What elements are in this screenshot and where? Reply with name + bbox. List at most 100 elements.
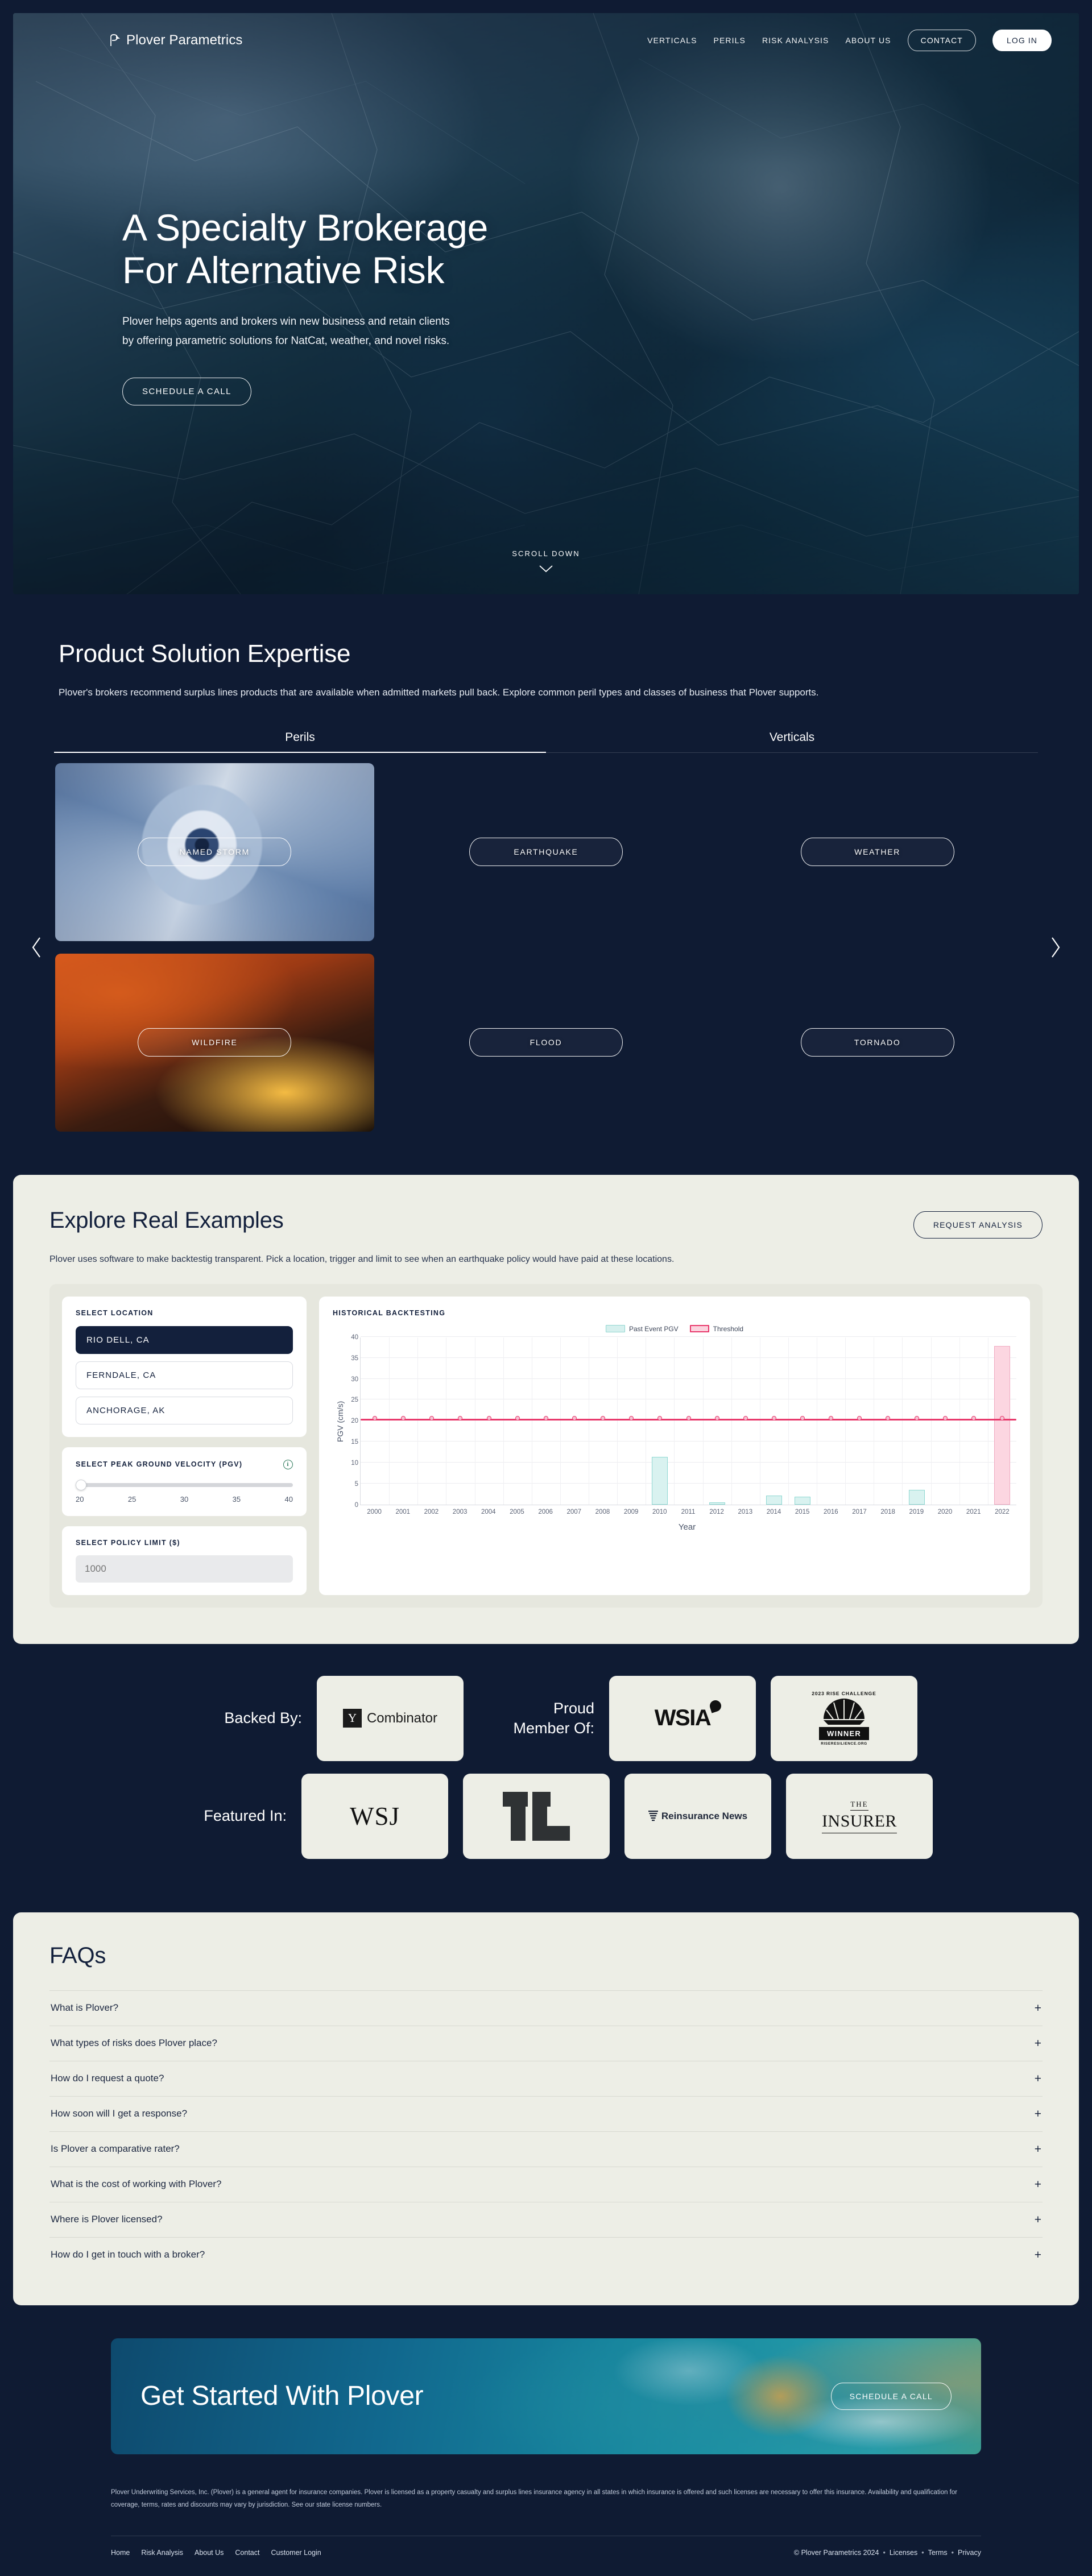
- chart-gridline: [702, 1337, 704, 1505]
- nav-link-risk-analysis[interactable]: RISK ANALYSIS: [762, 36, 829, 45]
- tab-perils[interactable]: Perils: [54, 731, 546, 753]
- nav-link-about-us[interactable]: ABOUT US: [845, 36, 891, 45]
- pgv-tick: 35: [232, 1494, 241, 1504]
- chart-x-tick: 2001: [395, 1508, 411, 1515]
- chart-y-tick: 25: [351, 1397, 358, 1404]
- chart-bar[interactable]: [766, 1496, 782, 1505]
- footer-bottom: Home Risk Analysis About Us Contact Cust…: [111, 2549, 981, 2557]
- logo-card-wsj[interactable]: WSJ: [301, 1773, 448, 1859]
- peril-card-earthquake[interactable]: EARTHQUAKE: [387, 763, 706, 941]
- carousel-prev-button[interactable]: [27, 932, 46, 963]
- cta-section: Get Started With Plover SCHEDULE A CALL: [0, 2305, 1092, 2454]
- login-button[interactable]: LOG IN: [992, 30, 1052, 51]
- chart-bar[interactable]: [709, 1502, 725, 1505]
- chart-y-tick: 10: [351, 1460, 358, 1467]
- scroll-down-indicator[interactable]: SCROLL DOWN: [13, 549, 1079, 573]
- plover-bird-logo-icon: [110, 34, 120, 46]
- footer-link-home[interactable]: Home: [111, 2549, 130, 2557]
- faq-item[interactable]: Is Plover a comparative rater? +: [49, 2131, 1043, 2167]
- chart-bar[interactable]: [652, 1456, 668, 1505]
- chart-y-tick: 15: [351, 1439, 358, 1446]
- peril-card-flood[interactable]: FLOOD: [387, 954, 706, 1132]
- faq-question: Is Plover a comparative rater?: [51, 2143, 180, 2155]
- peril-card-named-storm[interactable]: NAMED STORM: [55, 763, 374, 941]
- hero-content: A Specialty Brokerage For Alternative Ri…: [122, 206, 488, 405]
- faq-item[interactable]: What types of risks does Plover place? +: [49, 2025, 1043, 2061]
- peril-card-wildfire[interactable]: WILDFIRE: [55, 953, 374, 1132]
- yc-mark: Y: [342, 1709, 362, 1728]
- brand-logo[interactable]: Plover Parametrics: [109, 32, 243, 48]
- plus-icon[interactable]: +: [1035, 2037, 1041, 2049]
- info-icon[interactable]: i: [283, 1459, 293, 1469]
- location-option-rio-dell[interactable]: RIO DELL, CA: [76, 1326, 293, 1354]
- chart-threshold-point: [914, 1416, 919, 1421]
- location-option-anchorage[interactable]: ANCHORAGE, AK: [76, 1396, 293, 1424]
- legend-swatch-icon: [605, 1325, 625, 1333]
- footer-link-about-us[interactable]: About Us: [195, 2549, 224, 2557]
- hero-schedule-call-button[interactable]: SCHEDULE A CALL: [122, 377, 251, 405]
- pgv-slider-thumb[interactable]: [76, 1479, 86, 1490]
- plus-icon[interactable]: +: [1035, 2179, 1041, 2190]
- logo-card-the-insurer[interactable]: THE INSURER: [786, 1773, 933, 1859]
- chart-x-tick: 2014: [766, 1508, 781, 1515]
- plus-icon[interactable]: +: [1035, 2073, 1041, 2085]
- plus-icon[interactable]: +: [1035, 2002, 1041, 2014]
- pgv-slider[interactable]: [76, 1479, 293, 1490]
- chart-threshold-point: [458, 1416, 463, 1421]
- faq-item[interactable]: What is the cost of working with Plover?…: [49, 2166, 1043, 2202]
- request-analysis-button[interactable]: REQUEST ANALYSIS: [913, 1211, 1043, 1239]
- nav-link-perils[interactable]: PERILS: [714, 36, 746, 45]
- plus-icon[interactable]: +: [1035, 2249, 1041, 2261]
- legend-item-past-event-pgv[interactable]: Past Event PGV: [605, 1325, 679, 1333]
- chart-x-tick: 2017: [852, 1508, 867, 1515]
- logo-card-wsia[interactable]: WSIA: [609, 1675, 756, 1761]
- peril-card-label: NAMED STORM: [138, 838, 292, 867]
- faq-item[interactable]: How do I get in touch with a broker? +: [49, 2237, 1043, 2272]
- plus-icon[interactable]: +: [1035, 2108, 1041, 2120]
- legend-item-threshold[interactable]: Threshold: [689, 1325, 743, 1333]
- chart-gridline: [361, 1462, 1016, 1463]
- footer-link-licenses[interactable]: Licenses: [890, 2549, 917, 2557]
- peril-card-weather[interactable]: WEATHER: [718, 763, 1037, 941]
- peril-carousel: NAMED STORM EARTHQUAKE WEATHER WILDFIRE: [32, 763, 1060, 1132]
- footer-link-contact[interactable]: Contact: [235, 2549, 259, 2557]
- footer-link-customer-login[interactable]: Customer Login: [271, 2549, 321, 2557]
- proud-member-of-label: Proud Member Of:: [513, 1699, 594, 1737]
- footer-link-risk-analysis[interactable]: Risk Analysis: [141, 2549, 183, 2557]
- chart-y-tick: 5: [354, 1480, 358, 1488]
- backtesting-controls: SELECT LOCATION RIO DELL, CA FERNDALE, C…: [62, 1296, 307, 1595]
- pgv-tick: 30: [180, 1494, 189, 1504]
- footer-link-terms[interactable]: Terms: [928, 2549, 948, 2557]
- wsia-mark: [708, 1699, 723, 1713]
- nav-link-verticals[interactable]: VERTICALS: [647, 36, 697, 45]
- plus-icon[interactable]: +: [1035, 2143, 1041, 2155]
- logo-card-rise-challenge[interactable]: 2023 RISE CHALLENGE WINNER RISERESILIENC…: [771, 1675, 917, 1761]
- faq-item[interactable]: How soon will I get a response? +: [49, 2095, 1043, 2131]
- faq-item[interactable]: What is Plover? +: [49, 1990, 1043, 2026]
- chart-threshold-point: [886, 1416, 891, 1421]
- faq-question: What is the cost of working with Plover?: [51, 2179, 222, 2190]
- footer-link-privacy[interactable]: Privacy: [958, 2549, 981, 2557]
- chart-bar[interactable]: [908, 1489, 925, 1505]
- faq-item[interactable]: Where is Plover licensed? +: [49, 2201, 1043, 2237]
- location-option-ferndale[interactable]: FERNDALE, CA: [76, 1361, 293, 1389]
- faq-item[interactable]: How do I request a quote? +: [49, 2060, 1043, 2096]
- faq-question: How do I get in touch with a broker?: [51, 2249, 205, 2260]
- chart-threshold-point: [942, 1416, 948, 1421]
- hero-section: Plover Parametrics VERTICALS PERILS RISK…: [13, 13, 1079, 594]
- plus-icon[interactable]: +: [1035, 2214, 1041, 2226]
- contact-button[interactable]: CONTACT: [907, 30, 976, 51]
- logo-card-y-combinator[interactable]: Y Combinator: [317, 1675, 464, 1761]
- peril-card-label: TORNADO: [800, 1028, 954, 1057]
- logo-card-techcrunch[interactable]: [463, 1773, 610, 1859]
- carousel-next-button[interactable]: [1046, 932, 1065, 963]
- chart-bar[interactable]: [794, 1497, 811, 1505]
- peril-card-tornado[interactable]: TORNADO: [718, 954, 1037, 1132]
- cta-schedule-call-button[interactable]: SCHEDULE A CALL: [830, 2382, 952, 2410]
- tab-verticals[interactable]: Verticals: [546, 731, 1038, 752]
- chart-bar[interactable]: [994, 1345, 1010, 1505]
- chart-threshold-point: [401, 1416, 406, 1421]
- policy-limit-input[interactable]: [76, 1555, 293, 1583]
- logo-card-reinsurance-news[interactable]: Reinsurance News: [624, 1773, 771, 1859]
- hero-subtitle: Plover helps agents and brokers win new …: [122, 316, 450, 347]
